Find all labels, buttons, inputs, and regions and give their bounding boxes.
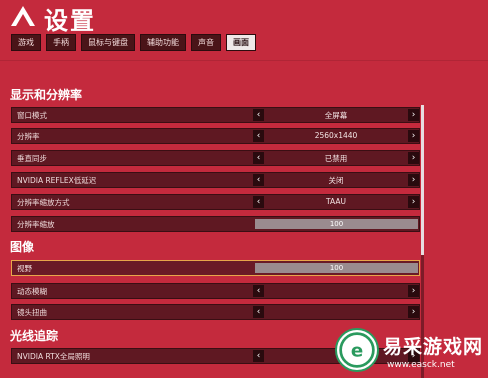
watermark: e 易采游戏网 www.easck.net <box>335 326 485 376</box>
setting-value: 全屏幕 <box>324 111 348 120</box>
setting-row-window-mode[interactable]: 窗口模式 ‹ 全屏幕 › <box>11 107 420 123</box>
selector: ‹ 已禁用 › <box>253 152 421 164</box>
selector: ‹ 2560x1440 › <box>253 130 421 142</box>
slider-value: 100 <box>329 264 344 272</box>
setting-label: 分辨率 <box>17 132 40 141</box>
watermark-text: 易采游戏网 <box>383 336 484 358</box>
setting-label: 窗口模式 <box>17 111 47 120</box>
selector: ‹ 关闭 › <box>253 174 421 186</box>
selector: ‹ › <box>253 306 421 318</box>
setting-label: 视野 <box>17 264 32 273</box>
setting-row-motion-blur[interactable]: 动态模糊 ‹ › <box>11 283 420 299</box>
chevron-left-icon[interactable]: ‹ <box>253 306 264 318</box>
chevron-right-icon[interactable]: › <box>408 109 419 121</box>
chevron-left-icon[interactable]: ‹ <box>253 174 264 186</box>
chevron-right-icon[interactable]: › <box>408 196 419 208</box>
setting-row-lens-distortion[interactable]: 镜头扭曲 ‹ › <box>11 304 420 320</box>
setting-label: 分辨率缩放方式 <box>17 198 70 207</box>
chevron-right-icon[interactable]: › <box>408 152 419 164</box>
setting-row-resolution[interactable]: 分辨率 ‹ 2560x1440 › <box>11 128 420 144</box>
selector: ‹ 全屏幕 › <box>253 109 421 121</box>
setting-row-fov[interactable]: 视野 100 <box>11 260 420 276</box>
tab-video[interactable]: 画面 <box>226 34 256 51</box>
tab-accessibility[interactable]: 辅助功能 <box>140 34 186 51</box>
header-divider <box>0 60 488 61</box>
setting-label: NVIDIA RTX全局照明 <box>17 352 90 361</box>
watermark-url: www.easck.net <box>387 360 455 370</box>
easck-logo-icon: e <box>335 328 379 372</box>
setting-row-reflex[interactable]: NVIDIA REFLEX低延迟 ‹ 关闭 › <box>11 172 420 188</box>
chevron-left-icon[interactable]: ‹ <box>253 152 264 164</box>
setting-value: 关闭 <box>328 176 344 185</box>
chevron-right-icon[interactable]: › <box>408 306 419 318</box>
chevron-left-icon[interactable]: ‹ <box>253 350 264 362</box>
setting-row-scaling-method[interactable]: 分辨率缩放方式 ‹ TAAU › <box>11 194 420 210</box>
svg-text:e: e <box>351 340 363 361</box>
selector: ‹ › <box>253 285 421 297</box>
slider-value: 100 <box>329 220 344 228</box>
selector: ‹ TAAU › <box>253 196 421 208</box>
setting-value: 已禁用 <box>324 154 348 163</box>
setting-value: 2560x1440 <box>314 131 358 140</box>
setting-label: 动态模糊 <box>17 287 47 296</box>
section-title-image: 图像 <box>10 240 35 254</box>
tab-game[interactable]: 游戏 <box>11 34 41 51</box>
fov-slider[interactable]: 100 <box>255 263 418 273</box>
tab-bar: 游戏 手柄 鼠标与键盘 辅助功能 声音 画面 <box>11 34 256 52</box>
setting-row-resolution-scale[interactable]: 分辨率缩放 100 <box>11 216 420 232</box>
chevron-right-icon[interactable]: › <box>408 174 419 186</box>
scrollbar-thumb[interactable] <box>421 105 424 255</box>
setting-label: 分辨率缩放 <box>17 220 55 229</box>
chevron-left-icon[interactable]: ‹ <box>253 196 264 208</box>
chevron-left-icon[interactable]: ‹ <box>253 109 264 121</box>
page-title: 设置 <box>44 7 96 35</box>
chevron-right-icon[interactable]: › <box>408 130 419 142</box>
tab-mouse-keyboard[interactable]: 鼠标与键盘 <box>81 34 135 51</box>
setting-label: 垂直同步 <box>17 154 47 163</box>
setting-row-vsync[interactable]: 垂直同步 ‹ 已禁用 › <box>11 150 420 166</box>
resolution-scale-slider[interactable]: 100 <box>255 219 418 229</box>
section-title-display: 显示和分辨率 <box>10 88 83 102</box>
chevron-left-icon[interactable]: ‹ <box>253 285 264 297</box>
tab-controller[interactable]: 手柄 <box>46 34 76 51</box>
header: 设置 <box>0 0 488 35</box>
chevron-right-icon[interactable]: › <box>408 285 419 297</box>
setting-label: NVIDIA REFLEX低延迟 <box>17 176 97 185</box>
apex-logo-icon <box>11 6 35 26</box>
setting-value: TAAU <box>326 197 346 206</box>
section-title-raytracing: 光线追踪 <box>10 329 59 343</box>
setting-label: 镜头扭曲 <box>17 308 47 317</box>
chevron-left-icon[interactable]: ‹ <box>253 130 264 142</box>
tab-audio[interactable]: 声音 <box>191 34 221 51</box>
